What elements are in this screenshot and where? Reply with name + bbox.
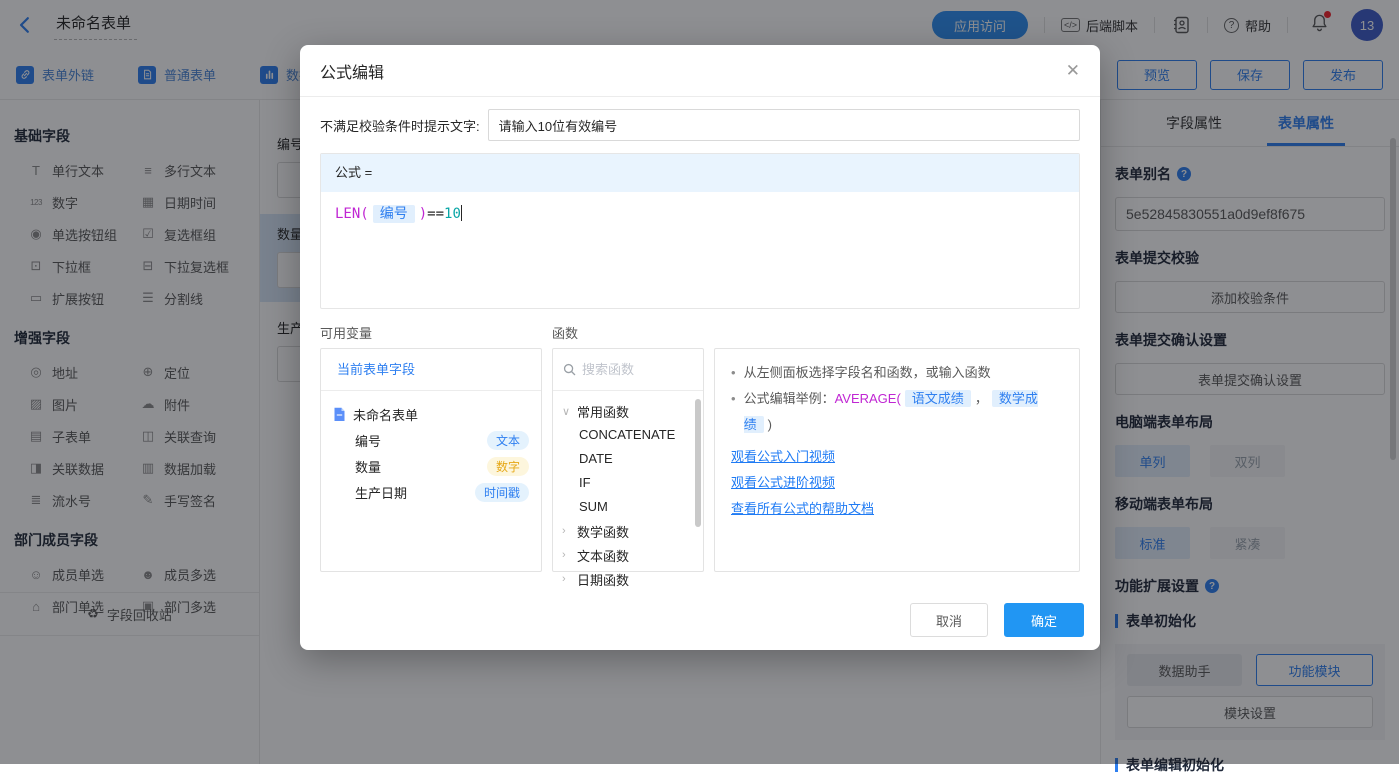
formula-number: 10 <box>444 206 461 222</box>
variables-panel: 当前表单字段 未命名表单 编号 文本 数量 数字 生产日期 <box>320 348 542 572</box>
functions-panel: ∨ 常用函数 CONCATENATE DATE IF SUM › 数学函数 › … <box>552 348 704 572</box>
function-group-date[interactable]: › 日期函数 <box>553 567 703 591</box>
functions-label: 函数 <box>552 323 578 342</box>
formula-edit-dialog: 公式编辑 ✕ 不满足校验条件时提示文字: 公式 = LEN(编号)==10 可用… <box>300 45 1100 650</box>
chevron-right-icon: › <box>562 525 571 537</box>
confirm-button[interactable]: 确定 <box>1004 603 1084 637</box>
variables-tree-root[interactable]: 未命名表单 <box>333 401 529 427</box>
function-group-math[interactable]: › 数学函数 <box>553 519 703 543</box>
variable-item-production-date[interactable]: 生产日期 时间戳 <box>333 479 529 505</box>
function-search[interactable] <box>553 349 703 391</box>
formula-prefix: 公式 = <box>321 154 1079 192</box>
variables-label: 可用变量 <box>320 323 552 342</box>
type-badge-number: 数字 <box>487 457 529 476</box>
formula-function: LEN( <box>335 206 369 222</box>
chevron-right-icon: › <box>562 549 571 561</box>
type-badge-text: 文本 <box>487 431 529 450</box>
function-group-text[interactable]: › 文本函数 <box>553 543 703 567</box>
function-group-common[interactable]: ∨ 常用函数 <box>553 399 703 423</box>
scrollbar[interactable] <box>695 399 701 527</box>
type-badge-timestamp: 时间戳 <box>475 483 529 502</box>
example-function: AVERAGE( <box>835 391 901 406</box>
close-icon[interactable]: ✕ <box>1066 61 1080 81</box>
hint-text-label: 不满足校验条件时提示文字: <box>320 116 480 135</box>
hint-text-input[interactable] <box>488 109 1080 141</box>
function-item-sum[interactable]: SUM <box>553 495 703 519</box>
formula-input-area[interactable]: LEN(编号)==10 <box>321 192 1079 308</box>
search-icon <box>563 363 576 376</box>
formula-paren: ) <box>419 206 427 222</box>
text-cursor <box>461 205 462 221</box>
tip-line-2: • 公式编辑举例：AVERAGE(语文成绩，数学成绩) <box>731 386 1063 438</box>
bullet-icon: • <box>731 386 736 438</box>
function-item-date[interactable]: DATE <box>553 447 703 471</box>
tip-line-1: • 从左侧面板选择字段名和函数，或输入函数 <box>731 360 1063 386</box>
function-item-if[interactable]: IF <box>553 471 703 495</box>
function-search-input[interactable] <box>582 362 682 377</box>
function-item-concatenate[interactable]: CONCATENATE <box>553 423 703 447</box>
form-doc-icon <box>333 407 346 422</box>
link-intro-video[interactable]: 观看公式入门视频 <box>731 450 1063 464</box>
bullet-icon: • <box>731 360 736 386</box>
chevron-down-icon: ∨ <box>562 405 571 418</box>
variable-item-number-code[interactable]: 编号 文本 <box>333 427 529 453</box>
formula-operator: == <box>427 206 444 222</box>
link-help-docs[interactable]: 查看所有公式的帮助文档 <box>731 502 1063 516</box>
formula-field-chip[interactable]: 编号 <box>373 205 415 223</box>
variable-item-quantity[interactable]: 数量 数字 <box>333 453 529 479</box>
dialog-title: 公式编辑 <box>320 59 384 83</box>
chevron-right-icon: › <box>562 573 571 585</box>
tab-current-form-fields[interactable]: 当前表单字段 <box>321 349 541 391</box>
cancel-button[interactable]: 取消 <box>910 603 988 637</box>
tips-panel: • 从左侧面板选择字段名和函数，或输入函数 • 公式编辑举例：AVERAGE(语… <box>714 348 1080 572</box>
example-field-chip: 语文成绩 <box>905 390 971 407</box>
formula-editor: 公式 = LEN(编号)==10 <box>320 153 1080 309</box>
link-advanced-video[interactable]: 观看公式进阶视频 <box>731 476 1063 490</box>
